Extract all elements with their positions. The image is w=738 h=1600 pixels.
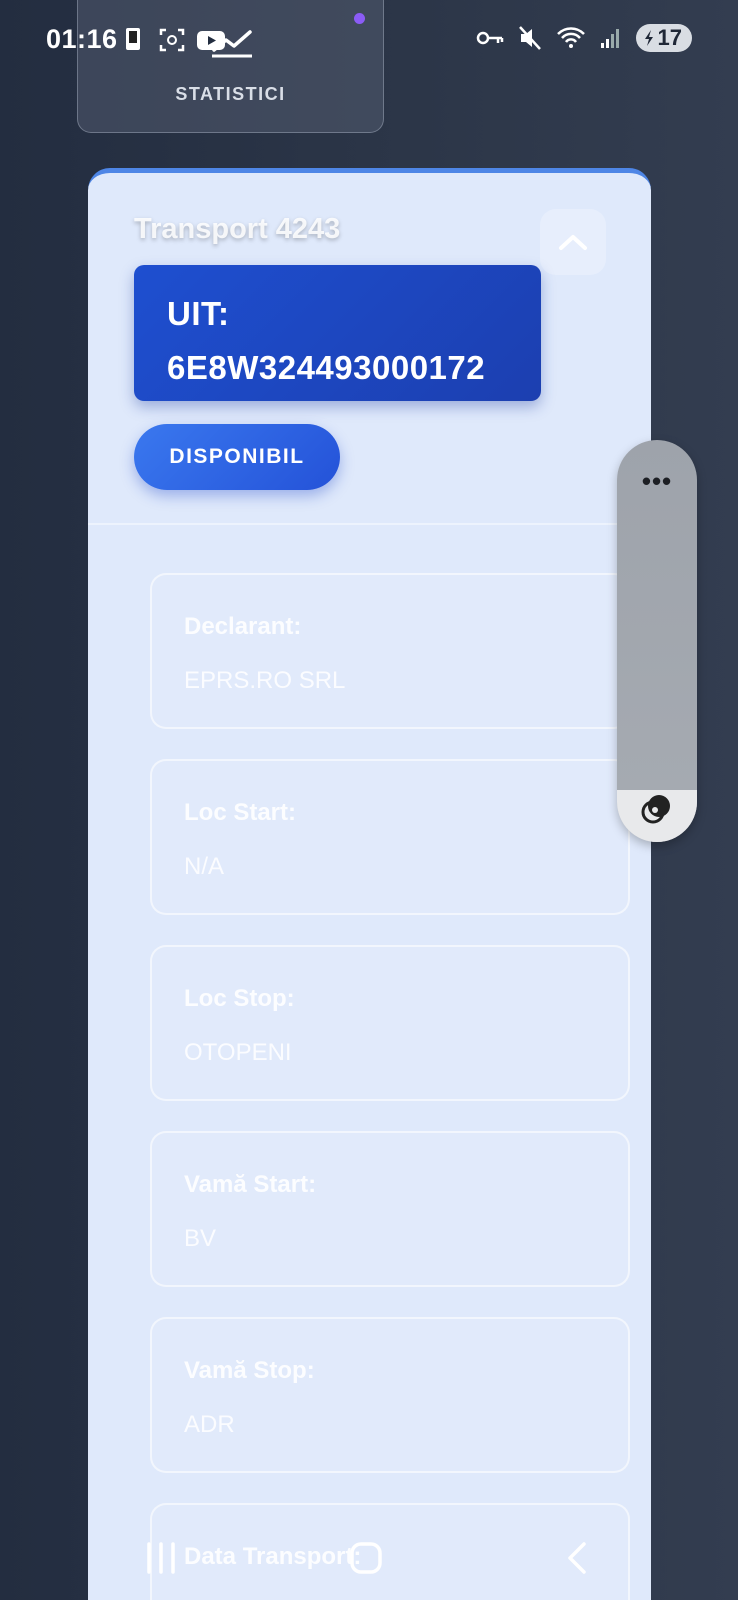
signal-icon: [600, 29, 619, 48]
system-icons: 17: [476, 24, 692, 52]
battery-indicator: 17: [635, 24, 692, 52]
field-loc-start: Loc Start: N/A: [150, 759, 630, 915]
field-value: EPRS.RO SRL: [184, 667, 346, 694]
battery-level: 17: [657, 25, 682, 50]
uit-box: UIT: 6E8W324493000172: [134, 265, 541, 401]
status-bar: 01:16 17: [0, 0, 738, 80]
home-icon[interactable]: [348, 1540, 384, 1576]
transport-title: Transport 4243: [134, 213, 341, 245]
assistant-bubble-icon[interactable]: [637, 788, 677, 828]
youtube-icon: [197, 31, 225, 50]
collapse-button[interactable]: [540, 209, 606, 275]
wifi-icon: [556, 27, 585, 48]
status-button[interactable]: DISPONIBIL: [134, 424, 340, 490]
notification-icons: [122, 26, 226, 54]
chevron-up-icon: [559, 235, 587, 250]
key-icon: [476, 31, 503, 45]
floating-side-panel[interactable]: •••: [617, 440, 697, 842]
transport-card: Transport 4243 UIT: 6E8W324493000172 DIS…: [88, 168, 651, 1600]
field-declarant: Declarant: EPRS.RO SRL: [150, 573, 630, 729]
field-label: Declarant:: [184, 613, 302, 640]
field-label: Loc Start:: [184, 799, 297, 826]
field-vama-start: Vamă Start: BV: [150, 1131, 630, 1287]
uit-label: UIT:: [167, 295, 230, 332]
field-loc-stop: Loc Stop: OTOPENI: [150, 945, 630, 1101]
field-value: OTOPENI: [184, 1039, 292, 1066]
field-value: ADR: [184, 1411, 235, 1438]
field-vama-stop: Vamă Stop: ADR: [150, 1317, 630, 1473]
screenshot-icon: [159, 28, 185, 52]
battery-saver-icon: [644, 30, 653, 46]
back-icon[interactable]: [562, 1540, 592, 1576]
recents-icon[interactable]: [144, 1540, 178, 1576]
more-menu-icon[interactable]: •••: [617, 466, 697, 497]
field-label: Vamă Stop:: [184, 1357, 315, 1384]
field-label: Vamă Start:: [184, 1171, 317, 1198]
divider: [88, 523, 651, 525]
status-time: 01:16: [46, 24, 118, 54]
uit-value: 6E8W324493000172: [167, 349, 486, 386]
mute-icon: [518, 26, 541, 50]
field-label: Loc Stop:: [184, 985, 295, 1012]
field-value: N/A: [184, 853, 225, 880]
field-value: BV: [184, 1225, 217, 1252]
statistici-label: STATISTICI: [175, 84, 286, 104]
accent-dot: [354, 13, 365, 24]
navigation-bar: [0, 1530, 738, 1600]
phone-notification-icon: [126, 28, 140, 50]
